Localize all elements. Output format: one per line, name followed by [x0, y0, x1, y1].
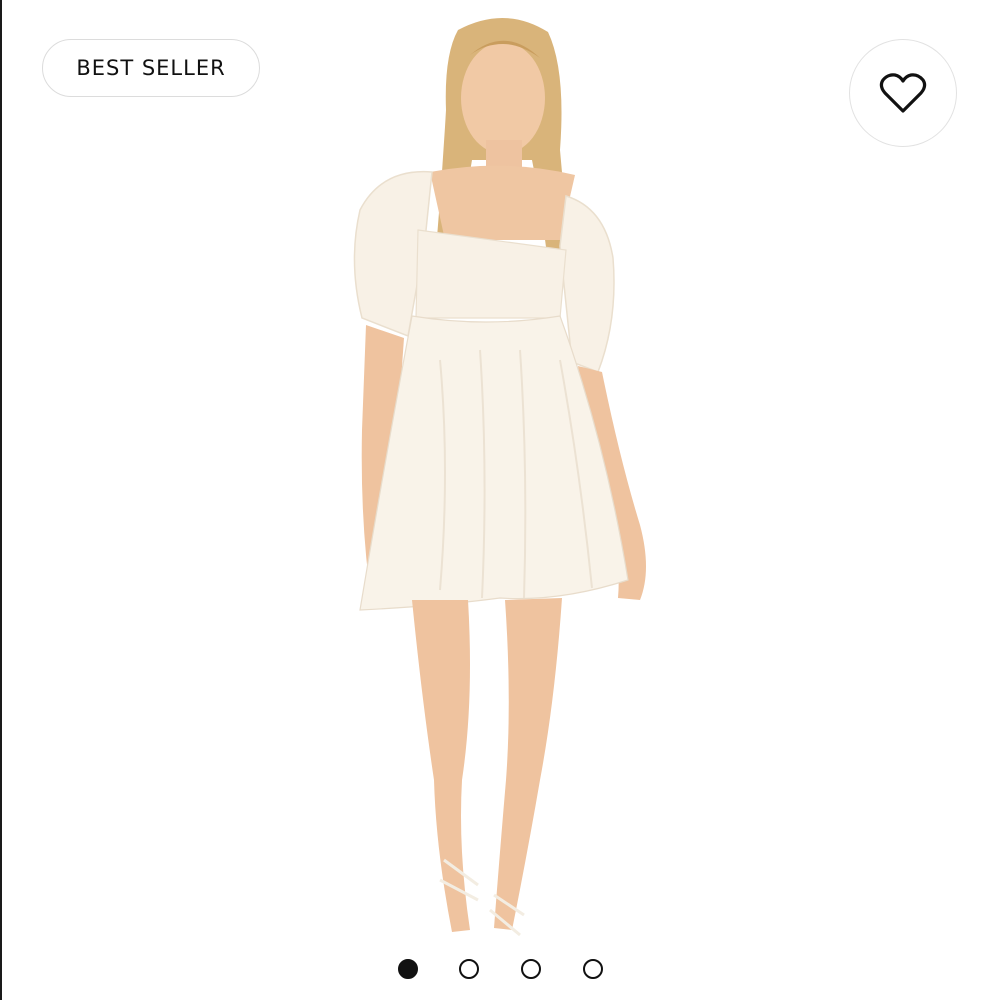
model-face — [461, 42, 545, 154]
heart-icon — [879, 73, 927, 113]
carousel-dot-1[interactable] — [398, 959, 418, 979]
carousel-dot-2[interactable] — [459, 959, 479, 979]
carousel-dot-4[interactable] — [583, 959, 603, 979]
best-seller-badge: BEST SELLER — [42, 39, 260, 97]
carousel-pagination — [396, 959, 616, 983]
carousel-dot-3[interactable] — [521, 959, 541, 979]
best-seller-label: BEST SELLER — [76, 56, 226, 80]
dress-bodice — [415, 229, 567, 319]
product-image[interactable] — [0, 0, 1000, 1000]
favorite-button[interactable] — [849, 39, 957, 147]
product-page: BEST SELLER — [0, 0, 1000, 1000]
